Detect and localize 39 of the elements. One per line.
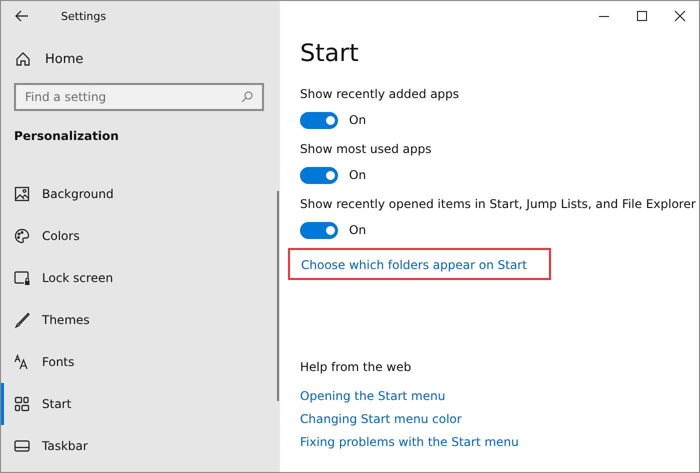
folders-link[interactable]: Choose which folders appear on Start	[301, 258, 527, 272]
lock-screen-icon	[14, 270, 30, 286]
help-link[interactable]: Opening the Start menu	[300, 389, 446, 403]
image-icon	[14, 186, 30, 202]
brush-icon	[14, 312, 30, 328]
sidebar-item[interactable]: Start	[1, 383, 280, 425]
sidebar-item[interactable]: Colors	[1, 215, 280, 257]
toggle-switch[interactable]	[300, 166, 338, 184]
scrollbar[interactable]	[277, 191, 279, 401]
section-heading: Personalization	[14, 129, 120, 143]
toggle-state: On	[349, 113, 366, 127]
fonts-icon	[14, 354, 30, 370]
search-field[interactable]: Find a setting	[14, 83, 264, 111]
close-icon[interactable]	[674, 10, 686, 22]
toggle-switch[interactable]	[300, 222, 338, 238]
setting-label: Show recently added apps	[300, 86, 460, 103]
sidebar-item[interactable]: Lock screen	[1, 257, 280, 299]
sidebar-item[interactable]: Themes	[1, 299, 280, 341]
tiles-icon	[14, 396, 30, 412]
back-arrow-icon[interactable]	[15, 10, 29, 22]
page-title: Start	[300, 39, 360, 67]
home-item[interactable]: Home	[15, 51, 84, 67]
toggle-state: On	[349, 168, 366, 182]
help-link[interactable]: Fixing problems with the Start menu	[300, 435, 519, 449]
window-title: Settings	[61, 10, 106, 22]
toggle-switch[interactable]	[300, 112, 338, 128]
sidebar-item[interactable]: Background	[1, 173, 280, 215]
sidebar-item[interactable]: Fonts	[1, 341, 280, 383]
setting-label: Show most used apps	[300, 141, 433, 158]
home-icon	[15, 51, 31, 67]
taskbar-icon	[14, 438, 30, 454]
help-heading: Help from the web	[300, 360, 412, 374]
search-icon	[241, 91, 253, 103]
maximize-icon[interactable]	[636, 10, 648, 22]
toggle-state: On	[349, 223, 366, 237]
help-link[interactable]: Changing Start menu color	[300, 412, 462, 426]
sidebar-item[interactable]: Taskbar	[1, 425, 280, 467]
setting-label: Show recently opened items in Start, Jump Lists, and File Explorer	[300, 196, 697, 213]
palette-icon	[14, 228, 30, 244]
